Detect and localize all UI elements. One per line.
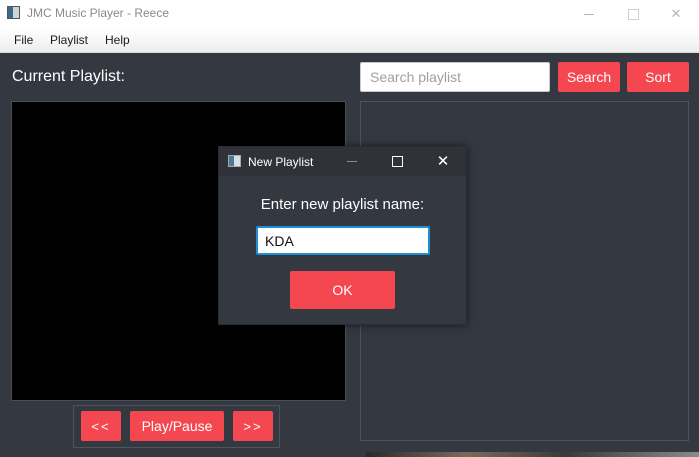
- minimize-icon: [347, 161, 357, 162]
- music-player-window: JMC Music Player - Reece ✕ File Playlist…: [0, 0, 699, 457]
- maximize-icon: [627, 8, 639, 20]
- dialog-minimize-button[interactable]: [332, 147, 372, 176]
- minimize-icon: [584, 13, 594, 15]
- dialog-maximize-button[interactable]: [377, 147, 417, 176]
- sort-button[interactable]: Sort: [627, 62, 689, 92]
- menu-bar: File Playlist Help: [0, 28, 699, 53]
- close-icon: ✕: [436, 153, 450, 170]
- dialog-title-bar: New Playlist ✕: [219, 147, 466, 176]
- maximize-icon: [391, 156, 403, 167]
- playlist-name-input[interactable]: [256, 226, 430, 255]
- menu-file[interactable]: File: [14, 33, 33, 47]
- play-pause-button[interactable]: Play/Pause: [130, 411, 224, 441]
- close-button[interactable]: ✕: [653, 0, 699, 28]
- title-bar: JMC Music Player - Reece ✕: [0, 0, 699, 28]
- close-icon: ✕: [670, 6, 682, 21]
- app-icon: [228, 155, 241, 167]
- dialog-close-button[interactable]: ✕: [423, 147, 463, 176]
- window-title: JMC Music Player - Reece: [27, 6, 170, 20]
- maximize-button[interactable]: [610, 0, 656, 28]
- search-input[interactable]: [360, 62, 550, 92]
- background-edge: [366, 452, 699, 457]
- menu-playlist[interactable]: Playlist: [50, 33, 88, 47]
- app-icon: [7, 6, 20, 19]
- dialog-prompt: Enter new playlist name:: [260, 196, 425, 213]
- next-button[interactable]: >>: [233, 411, 273, 441]
- new-playlist-dialog: New Playlist ✕ Enter new playlist name: …: [218, 146, 467, 325]
- search-button[interactable]: Search: [558, 62, 620, 92]
- ok-button[interactable]: OK: [290, 271, 395, 309]
- previous-button[interactable]: <<: [81, 411, 121, 441]
- current-playlist-label: Current Playlist:: [12, 68, 125, 85]
- dialog-title: New Playlist: [248, 155, 314, 169]
- menu-help[interactable]: Help: [105, 33, 130, 47]
- minimize-button[interactable]: [566, 0, 612, 28]
